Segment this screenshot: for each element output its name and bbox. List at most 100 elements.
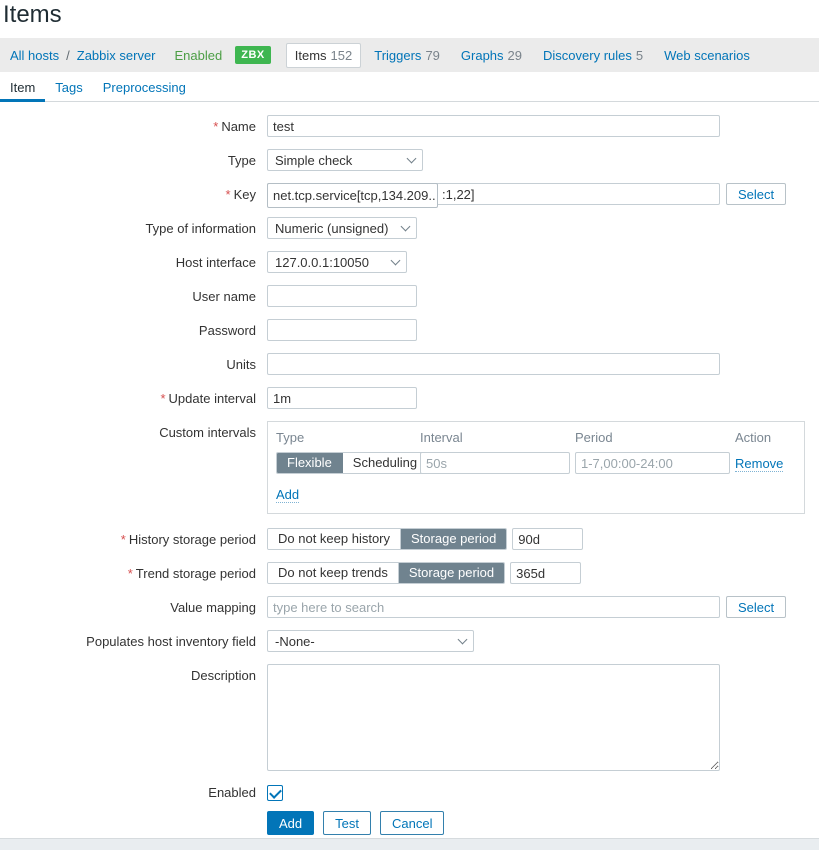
user-name-input[interactable]	[267, 285, 417, 307]
breadcrumb: All hosts / Zabbix server Enabled ZBX It…	[0, 38, 819, 72]
cancel-button[interactable]: Cancel	[379, 811, 445, 835]
required-mark: *	[225, 187, 231, 202]
trend-period-input[interactable]	[510, 562, 582, 584]
nav-triggers-label: Triggers	[374, 47, 422, 63]
chevron-down-icon	[406, 153, 417, 163]
row-key: *Key net.tcp.service[tcp,134.209.. Selec…	[0, 183, 819, 208]
period-input[interactable]	[575, 452, 730, 474]
tab-preprocessing[interactable]: Preprocessing	[93, 72, 196, 102]
key-select-button[interactable]: Select	[726, 183, 787, 205]
nav-discovery-rules-count: 5	[635, 47, 644, 63]
enabled-checkbox[interactable]	[267, 785, 283, 801]
enabled-label: Enabled	[208, 785, 256, 800]
column-interval: Interval	[420, 430, 463, 445]
nav-discovery-rules-label: Discovery rules	[543, 47, 632, 63]
password-input[interactable]	[267, 319, 417, 341]
row-type-of-information: Type of information Numeric (unsigned)	[0, 217, 819, 239]
trend-storage-segmented: Do not keep trends Storage period	[267, 562, 506, 584]
inventory-field-value: -None-	[275, 633, 315, 649]
nav-web-scenarios-label: Web scenarios	[664, 47, 750, 63]
inventory-field-label: Populates host inventory field	[86, 634, 256, 649]
form-tabs: Item Tags Preprocessing	[0, 72, 819, 102]
units-label: Units	[226, 357, 256, 372]
row-value-mapping: Value mapping Select	[0, 596, 819, 618]
type-select[interactable]: Simple check	[267, 149, 423, 171]
chevron-down-icon	[400, 221, 411, 231]
entity-nav: Items 152 Triggers 79 Graphs 29 Discovery r…	[285, 42, 763, 68]
row-type: Type Simple check	[0, 149, 819, 171]
update-interval-label: Update interval	[168, 391, 256, 406]
row-units: Units	[0, 353, 819, 375]
history-storage-period-option[interactable]: Storage period	[401, 529, 507, 549]
type-label: Type	[227, 153, 256, 168]
password-label: Password	[198, 323, 256, 338]
breadcrumb-link-host[interactable]: Zabbix server	[77, 48, 156, 63]
name-input[interactable]	[267, 115, 720, 137]
remove-interval-link[interactable]: Remove	[735, 455, 784, 472]
value-mapping-select-button[interactable]: Select	[726, 596, 787, 618]
nav-web-scenarios[interactable]: Web scenarios	[656, 44, 758, 67]
inventory-field-select[interactable]: -None-	[267, 630, 474, 652]
description-textarea[interactable]	[267, 664, 720, 771]
nav-graphs[interactable]: Graphs 29	[453, 44, 530, 67]
host-interface-value: 127.0.0.1:10050	[275, 254, 369, 270]
history-storage-label: History storage period	[128, 532, 256, 547]
row-trend-storage: * Trend storage period Do not keep trends…	[0, 562, 819, 584]
value-mapping-input[interactable]	[267, 596, 720, 618]
do-not-keep-trends-option[interactable]: Do not keep trends	[268, 563, 399, 583]
history-period-input[interactable]	[512, 528, 584, 550]
breadcrumb-separator: /	[66, 47, 70, 63]
column-period: Period	[575, 430, 613, 445]
footer-bar	[0, 838, 819, 850]
user-name-label: User name	[192, 289, 256, 304]
row-enabled: Enabled	[0, 783, 819, 801]
nav-discovery-rules[interactable]: Discovery rules 5	[535, 44, 651, 67]
type-of-information-select[interactable]: Numeric (unsigned)	[267, 217, 417, 239]
page-title: Items	[3, 1, 62, 28]
test-button[interactable]: Test	[323, 811, 371, 835]
row-user-name: User name	[0, 285, 819, 307]
nav-triggers[interactable]: Triggers 79	[366, 44, 448, 67]
do-not-keep-history-option[interactable]: Do not keep history	[268, 529, 402, 549]
form-actions: Add Test Cancel	[267, 811, 819, 835]
column-action: Action	[735, 430, 772, 445]
required-mark: *	[213, 119, 219, 134]
nav-items[interactable]: Items 152	[285, 42, 362, 68]
nav-graphs-count: 29	[507, 47, 523, 63]
interval-type-segmented: Flexible Scheduling	[276, 452, 429, 474]
type-of-information-label: Type of information	[145, 221, 256, 236]
column-type: Type	[276, 430, 305, 445]
row-description: Description	[0, 664, 819, 771]
custom-intervals-label: Custom intervals	[159, 425, 256, 440]
scheduling-option[interactable]: Scheduling	[342, 453, 428, 473]
type-select-value: Simple check	[275, 152, 353, 168]
update-interval-input[interactable]	[267, 387, 417, 409]
tab-tags[interactable]: Tags	[45, 72, 92, 102]
breadcrumb-link-all-hosts[interactable]: All hosts	[10, 48, 59, 63]
add-button[interactable]: Add	[267, 811, 315, 835]
units-input[interactable]	[267, 353, 720, 375]
key-label: Key	[233, 187, 256, 202]
row-history-storage: * History storage period Do not keep hist…	[0, 528, 819, 550]
tab-item[interactable]: Item	[0, 72, 46, 102]
history-storage-segmented: Do not keep history Storage period	[267, 528, 508, 550]
trend-storage-period-option[interactable]: Storage period	[398, 563, 505, 583]
row-inventory-field: Populates host inventory field -None-	[0, 630, 819, 652]
custom-intervals-table: Type Interval Period Action Flexible Sch…	[267, 421, 805, 514]
nav-items-label: Items	[294, 47, 327, 63]
flexible-option[interactable]: Flexible	[277, 453, 343, 473]
zbx-availability-badge: ZBX	[235, 46, 271, 64]
nav-graphs-label: Graphs	[460, 47, 504, 63]
description-label: Description	[190, 668, 256, 683]
custom-interval-row: Flexible Scheduling Remove	[276, 452, 804, 474]
host-status-enabled[interactable]: Enabled	[175, 48, 223, 63]
host-interface-select[interactable]: 127.0.0.1:10050	[267, 251, 407, 273]
host-interface-label: Host interface	[175, 255, 256, 270]
chevron-down-icon	[390, 255, 401, 265]
key-autocomplete-overlay[interactable]: net.tcp.service[tcp,134.209..	[267, 183, 438, 208]
add-interval-link[interactable]: Add	[276, 487, 300, 503]
required-mark: *	[127, 566, 133, 581]
row-host-interface: Host interface 127.0.0.1:10050	[0, 251, 819, 273]
name-label: Name	[221, 119, 256, 134]
interval-input[interactable]	[420, 452, 570, 474]
